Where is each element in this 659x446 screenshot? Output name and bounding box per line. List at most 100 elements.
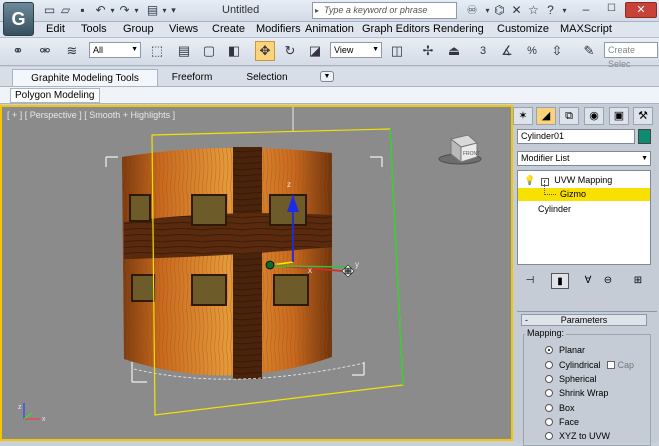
radio-spherical-label: Spherical [559,374,597,384]
tree-connector [544,181,556,195]
communication-center-icon[interactable]: ✕ [509,3,524,18]
remove-modifier-icon[interactable]: ⊖ [599,273,617,289]
pin-stack-icon[interactable]: ⊣ [521,273,539,289]
show-end-result-icon[interactable]: ▮ [551,273,569,289]
maximize-icon[interactable]: ☐ [599,2,624,18]
search-input[interactable]: ▸ Type a keyword or phrase [312,2,457,19]
radio-spherical[interactable]: Spherical [545,373,597,386]
favorites-star-icon[interactable]: ☆ [526,3,541,18]
chevron-down-icon: ▼ [641,155,648,162]
help-dropdown-icon[interactable]: ▾ [557,3,572,18]
radio-shrink-wrap-dot[interactable] [545,389,553,397]
texture-tile [273,274,309,306]
menu-group[interactable]: Group [123,22,154,38]
stack-item-uvw-mapping-label: UVW Mapping [554,175,613,185]
gizmo-pivot[interactable] [265,260,275,270]
menu-animation[interactable]: Animation [305,22,354,38]
snap-value: 3 [479,45,487,57]
modifier-list-dropdown[interactable]: Modifier List ▼ [517,151,651,166]
close-icon[interactable]: ✕ [625,2,657,18]
motion-tab-icon[interactable]: ◉ [584,107,604,125]
minimize-icon[interactable]: – [574,2,598,18]
subscription-icon[interactable]: ⌬ [492,3,507,18]
select-and-link-icon[interactable]: ⚭ [8,41,28,61]
modify-tab-icon[interactable]: ◢ [536,107,556,125]
radio-box[interactable]: Box [545,402,575,415]
radio-face-dot[interactable] [545,418,553,426]
select-by-name-icon[interactable]: ▤ [174,41,194,61]
stack-item-gizmo[interactable]: Gizmo [518,188,650,201]
menu-views[interactable]: Views [169,22,198,38]
radio-shrink-wrap[interactable]: Shrink Wrap [545,387,608,400]
cap-checkbox[interactable] [606,361,615,369]
select-and-rotate-icon[interactable]: ↻ [280,41,300,61]
radio-box-dot[interactable] [545,404,553,412]
panel-polygon-modeling[interactable]: Polygon Modeling [10,88,100,103]
lightbulb-icon[interactable]: 💡 [524,175,535,185]
radio-spherical-dot[interactable] [545,375,553,383]
help-icon[interactable]: ? [543,3,558,18]
new-file-icon[interactable]: ▭ [42,3,57,18]
percent-snap-icon[interactable]: % [522,41,542,61]
object-color-swatch[interactable] [638,129,651,144]
tab-freeform[interactable]: Freeform [160,69,224,86]
reference-coordinate-dropdown[interactable]: View ▼ [330,42,382,58]
bind-space-warp-icon[interactable]: ≋ [62,41,82,61]
radio-planar-dot[interactable] [545,346,553,354]
quick-access-menu-icon[interactable]: ▾ [166,3,181,18]
rectangular-selection-icon[interactable]: ▢ [199,41,219,61]
tab-selection[interactable]: Selection [233,69,301,86]
ribbon-minimize-icon[interactable]: ▼ [320,71,334,82]
stack-item-uvw-mapping[interactable]: 💡 - UVW Mapping [524,174,612,187]
utilities-tab-icon[interactable]: ⚒ [633,107,653,125]
radio-cylindrical-dot[interactable] [545,361,553,369]
menu-maxscript[interactable]: MAXScript [560,22,612,38]
unlink-icon[interactable]: ⚮ [35,41,55,61]
parameters-rollout-header[interactable]: - Parameters [521,314,647,326]
radio-xyz-to-uvw-dot[interactable] [545,432,553,440]
texture-vertical-stripe-grain [233,147,262,379]
select-and-move-icon[interactable]: ✥ [255,41,275,61]
menu-create[interactable]: Create [212,22,245,38]
menu-modifiers[interactable]: Modifiers [256,22,301,38]
radio-xyz-to-uvw[interactable]: XYZ to UVW [545,430,610,443]
object-name-field[interactable]: Cylinder01 [517,129,635,144]
tab-graphite-modeling-tools[interactable]: Graphite Modeling Tools [12,69,158,86]
select-and-scale-icon[interactable]: ◪ [305,41,325,61]
hierarchy-tab-icon[interactable]: ⧉ [559,107,579,125]
create-tab-icon[interactable]: ✶ [513,107,533,125]
keyboard-shortcut-override-icon[interactable]: ⏏ [444,41,464,61]
save-icon[interactable]: ▪ [75,3,90,18]
binoculars-icon[interactable]: ♾ [463,3,481,18]
stack-item-cylinder[interactable]: Cylinder [538,203,571,216]
redo-dropdown-icon[interactable]: ▾ [129,3,144,18]
named-selection-input[interactable]: Create Selec [604,42,658,69]
radio-planar-label: Planar [559,345,586,355]
menu-customize[interactable]: Customize [497,22,549,38]
radio-planar[interactable]: Planar [545,344,585,357]
menu-tools[interactable]: Tools [81,22,107,38]
display-tab-icon[interactable]: ▣ [609,107,629,125]
menu-graph-editors[interactable]: Graph Editors [362,22,430,38]
radio-cylindrical[interactable]: Cylindrical Cap [545,359,634,372]
menu-edit[interactable]: Edit [46,22,65,38]
make-unique-icon[interactable]: ∀ [579,273,597,289]
viewcube-icon[interactable]: FRONT [438,134,482,165]
configure-modifier-sets-icon[interactable]: ⊞ [629,273,647,289]
select-manipulate-icon[interactable]: ✢ [418,41,438,61]
reference-coordinate-value: View [334,45,354,55]
radio-face[interactable]: Face [545,416,579,429]
edit-named-selection-icon[interactable]: ✎ [579,41,599,61]
open-file-icon[interactable]: ▱ [58,3,73,18]
window-crossing-icon[interactable]: ◧ [224,41,244,61]
pivot-center-icon[interactable]: ◫ [387,41,407,61]
selection-filter-dropdown[interactable]: All ▼ [89,42,141,58]
menu-rendering[interactable]: Rendering [433,22,484,38]
application-logo-icon[interactable]: G [3,2,34,36]
select-object-icon[interactable]: ⬚ [147,41,167,61]
angle-snap-icon[interactable]: ∡ [497,41,517,61]
named-selection-placeholder: Create Selec [608,45,636,69]
spinner-snap-icon[interactable]: ⇳ [547,41,567,61]
snaps-toggle-icon[interactable]: 3 [473,41,493,61]
perspective-viewport[interactable]: [ + ] [ Perspective ] [ Smooth + Highlig… [0,105,513,441]
